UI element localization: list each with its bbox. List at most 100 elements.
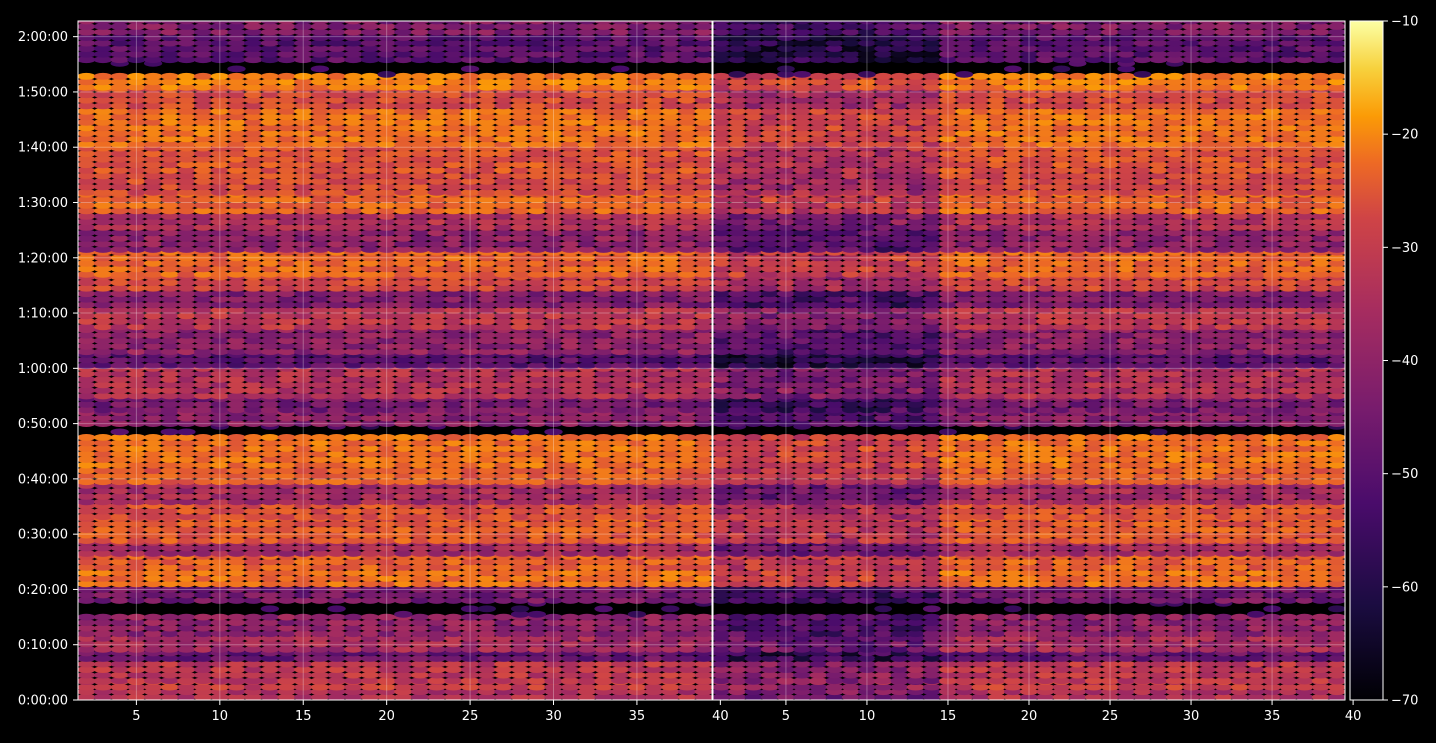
heatmap-cell xyxy=(611,72,630,80)
heatmap-cell xyxy=(677,434,697,441)
heatmap-cell xyxy=(143,613,163,621)
heatmap-cell xyxy=(494,434,513,441)
heatmap-cell xyxy=(344,72,363,80)
heatmap-chart: 0:00:000:10:000:20:000:30:000:40:000:50:… xyxy=(18,15,1419,725)
heatmap-cell xyxy=(477,605,496,613)
heatmap-cell xyxy=(561,613,580,621)
heatmap-cell xyxy=(227,434,246,441)
heatmap-cell xyxy=(193,434,213,441)
heatmap-cell xyxy=(561,72,580,80)
heatmap-cell xyxy=(677,613,697,621)
heatmap-cell xyxy=(78,613,96,621)
heatmap-cell xyxy=(344,613,363,621)
heatmap-cell xyxy=(477,434,496,441)
heatmap-cell xyxy=(244,72,263,80)
heatmap-cell xyxy=(510,428,530,436)
heatmap-cell xyxy=(360,72,380,80)
heatmap-cell xyxy=(410,72,430,80)
heatmap-cell xyxy=(661,434,680,441)
heatmap-cell xyxy=(661,613,680,621)
heatmap-cell xyxy=(110,72,129,80)
heatmap-cell xyxy=(661,605,680,613)
heatmap-cell xyxy=(160,428,179,436)
heatmap-cell xyxy=(611,613,630,621)
heatmap-cell xyxy=(477,613,496,621)
heatmap-cell xyxy=(444,72,463,80)
heatmap-cell xyxy=(244,613,263,621)
heatmap-cell xyxy=(577,613,597,621)
heatmap-cell xyxy=(277,434,296,441)
heatmap-cell xyxy=(227,65,246,73)
heatmap-cell xyxy=(360,434,380,441)
heatmap-cell xyxy=(310,72,330,80)
heatmap-cell xyxy=(93,613,113,621)
heatmap-cell xyxy=(177,613,196,621)
heatmap-cell xyxy=(260,72,280,80)
heatmap-cell xyxy=(527,434,546,441)
heatmap-cell xyxy=(327,605,346,613)
heatmap-cell xyxy=(394,72,413,80)
heatmap-cell xyxy=(360,613,380,621)
heatmap-cells-left xyxy=(78,21,712,700)
heatmap-cell xyxy=(78,434,96,441)
heatmap-cell xyxy=(177,428,196,436)
heatmap-cell xyxy=(310,65,330,73)
heatmap-cell xyxy=(327,434,346,441)
heatmap-cell xyxy=(694,613,712,621)
heatmap-cell xyxy=(310,434,330,441)
heatmap-cell xyxy=(193,613,213,621)
heatmap-cell xyxy=(160,72,179,80)
heatmap-cell xyxy=(93,434,113,441)
heatmap-cell xyxy=(594,605,613,613)
heatmap-cell xyxy=(444,613,463,621)
heatmap-cell xyxy=(644,72,663,80)
heatmap-cell xyxy=(277,72,296,80)
heatmap-cell xyxy=(277,613,296,621)
heatmap-cell xyxy=(510,72,530,80)
heatmap-cell xyxy=(143,72,163,80)
heatmap-cell xyxy=(594,434,613,441)
heatmap-cell xyxy=(260,434,280,441)
heatmap-cell xyxy=(527,610,546,618)
heatmap-cell xyxy=(244,434,263,441)
heatmap-cell xyxy=(177,72,196,80)
heatmap-cell xyxy=(577,72,597,80)
heatmap-cell xyxy=(594,72,613,80)
heatmap-cell xyxy=(110,428,129,436)
heatmap-cell xyxy=(93,72,113,80)
heatmap-cell xyxy=(193,72,213,80)
heatmap-cell xyxy=(227,613,246,621)
heatmap-cell xyxy=(344,434,363,441)
heatmap-cell xyxy=(427,613,446,621)
heatmap-cell xyxy=(577,434,597,441)
heatmap-cell xyxy=(561,434,580,441)
heatmap-cell xyxy=(644,434,663,441)
heatmap-cell xyxy=(394,610,413,618)
heatmap-cell xyxy=(477,72,496,80)
heatmap-cell xyxy=(611,434,630,441)
heatmap-cell xyxy=(110,613,129,621)
heatmap-cell xyxy=(444,434,463,441)
heatmap-cell xyxy=(611,65,630,73)
heatmap-cell xyxy=(494,613,513,621)
heatmap-cell xyxy=(143,434,163,441)
heatmap-cell xyxy=(410,613,430,621)
heatmap-cell xyxy=(394,434,413,441)
heatmap-cell xyxy=(227,72,246,80)
heatmap-cell xyxy=(510,605,530,613)
chart-canvas: 0:00:00 0:10:00 0:20:00 0:30:00 0:40:00 0:50:… xyxy=(0,0,1436,739)
heatmap-cell xyxy=(694,434,712,441)
heatmap-cell xyxy=(310,613,330,621)
heatmap-cell xyxy=(327,72,346,80)
heatmap-cell xyxy=(661,72,680,80)
heatmap-cell xyxy=(427,72,446,80)
heatmap-cell xyxy=(694,72,712,80)
heatmap-cell xyxy=(260,605,280,613)
heatmap-cell xyxy=(78,72,96,80)
heatmap-cell xyxy=(427,434,446,441)
heatmap-cell xyxy=(160,613,179,621)
heatmap-cell xyxy=(494,72,513,80)
heatmap-cell xyxy=(327,613,346,621)
heatmap-cell xyxy=(677,72,697,80)
heatmap-cell xyxy=(527,72,546,80)
